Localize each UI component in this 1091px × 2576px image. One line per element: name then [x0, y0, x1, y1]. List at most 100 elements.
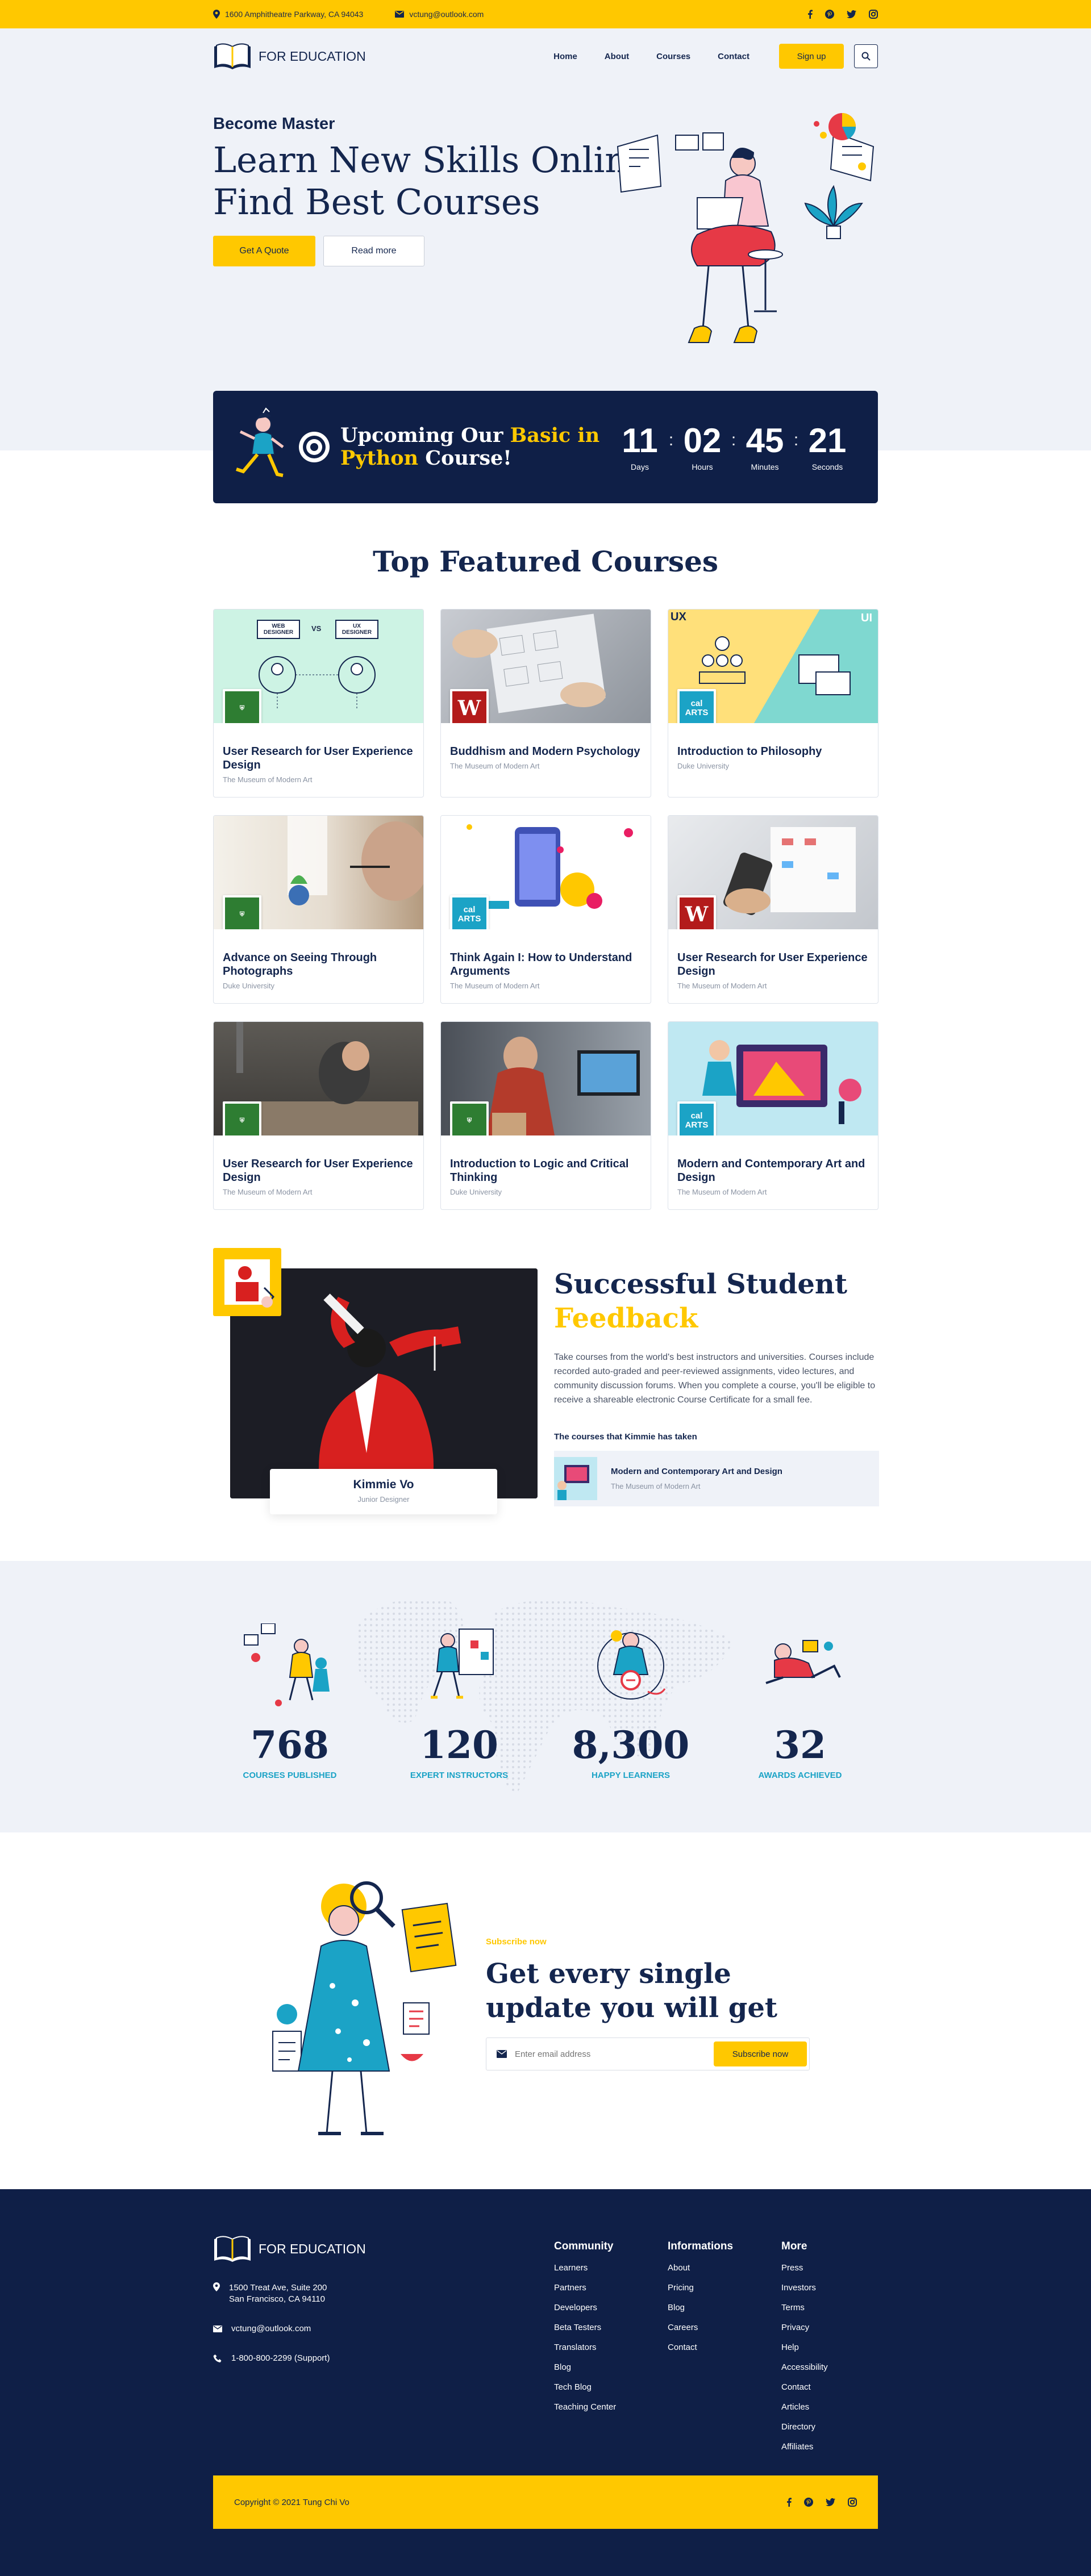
- feedback-title1: Successful Student: [554, 1268, 847, 1300]
- footer-link[interactable]: Careers: [668, 2323, 733, 2332]
- course-card[interactable]: cal ARTS Modern and Contemporary Art and …: [668, 1021, 878, 1210]
- nav-home[interactable]: Home: [553, 52, 577, 61]
- footer-column-title: Informations: [668, 2240, 734, 2252]
- footer-link[interactable]: Developers: [554, 2303, 616, 2312]
- topbar-email-text: vctung@outlook.com: [409, 10, 484, 19]
- footer-link[interactable]: Privacy: [781, 2323, 828, 2332]
- nav-menu: Home About Courses Contact: [553, 52, 749, 61]
- read-more-button[interactable]: Read more: [323, 236, 424, 266]
- envelope-icon: [213, 2323, 222, 2335]
- instagram-icon[interactable]: [848, 2498, 857, 2507]
- stat-learners-label: HAPPY LEARNERS: [591, 1771, 671, 1780]
- footer-link[interactable]: Press: [781, 2263, 828, 2273]
- footer-link[interactable]: About: [668, 2263, 733, 2273]
- calarts-logo: cal ARTS: [677, 1101, 716, 1135]
- topbar-email[interactable]: vctung@outlook.com: [395, 10, 484, 19]
- course-thumbnail: W: [441, 609, 651, 723]
- footer-link[interactable]: Help: [781, 2343, 828, 2352]
- calarts-logo: cal ARTS: [450, 895, 489, 929]
- courses-grid: WEB DESIGNER VS UX DESIGNER ⛨ User Resea…: [213, 609, 878, 1210]
- footer-link[interactable]: Blog: [668, 2303, 733, 2312]
- course-card[interactable]: UX UI cal ARTS Introduction to Philosophy…: [668, 609, 878, 798]
- footer-link[interactable]: Articles: [781, 2402, 828, 2412]
- pinterest-icon[interactable]: [804, 2498, 813, 2507]
- subscribe-title: Get every single update you will get: [486, 1957, 810, 2025]
- nav-about[interactable]: About: [605, 52, 629, 61]
- footer-link[interactable]: Learners: [554, 2263, 616, 2273]
- student-name: Kimmie Vo: [353, 1478, 414, 1491]
- course-card[interactable]: ⛨ Advance on Seeing Through Photographs …: [213, 815, 424, 1004]
- duke-logo: ⛨: [450, 1101, 489, 1135]
- hero-content: Become Master Learn New Skills Online Fi…: [213, 115, 648, 266]
- footer-logo[interactable]: FOR EDUCATION: [213, 2235, 366, 2263]
- course-title[interactable]: Buddhism and Modern Psychology: [450, 745, 642, 758]
- footer-link[interactable]: Blog: [554, 2362, 616, 2372]
- taken-course-org: The Museum of Modern Art: [611, 1482, 701, 1491]
- footer-link[interactable]: Teaching Center: [554, 2402, 616, 2412]
- footer-link[interactable]: Directory: [781, 2422, 828, 2432]
- course-card[interactable]: cal ARTS Think Again I: How to Understand…: [440, 815, 651, 1004]
- course-org: The Museum of Modern Art: [223, 1188, 313, 1196]
- brand-logo[interactable]: FOR EDUCATION: [213, 42, 366, 70]
- twitter-icon[interactable]: [847, 10, 856, 19]
- reading-woman-illustration: [272, 1881, 457, 2135]
- taken-course-item[interactable]: Modern and Contemporary Art and Design T…: [554, 1451, 879, 1506]
- course-title[interactable]: User Research for User Experience Design: [677, 951, 869, 978]
- courses-title: Top Featured Courses: [372, 545, 719, 578]
- course-card[interactable]: ⛨ Introduction to Logic and Critical Thi…: [440, 1021, 651, 1210]
- twitter-icon[interactable]: [826, 2498, 835, 2507]
- location-pin-icon: [213, 2282, 220, 2305]
- footer-link[interactable]: Contact: [668, 2343, 733, 2352]
- subscribe-form: Subscribe now: [486, 2038, 810, 2070]
- footer-link[interactable]: Partners: [554, 2283, 616, 2293]
- footer-link[interactable]: Pricing: [668, 2283, 733, 2293]
- footer-link[interactable]: Terms: [781, 2303, 828, 2312]
- footer-link[interactable]: Contact: [781, 2382, 828, 2392]
- course-title[interactable]: Think Again I: How to Understand Argumen…: [450, 951, 642, 978]
- course-mini-thumbnail: [554, 1457, 597, 1500]
- pinterest-icon[interactable]: [825, 10, 834, 19]
- facebook-icon[interactable]: [807, 10, 813, 19]
- course-title[interactable]: User Research for User Experience Design: [223, 745, 414, 772]
- footer-link[interactable]: Affiliates: [781, 2442, 828, 2452]
- copyright-text: Copyright © 2021 Tung Chi Vo: [234, 2497, 349, 2507]
- signup-button[interactable]: Sign up: [779, 44, 844, 69]
- course-card[interactable]: ⛨ User Research for User Experience Desi…: [213, 1021, 424, 1210]
- footer-email[interactable]: vctung@outlook.com: [213, 2323, 366, 2335]
- course-title[interactable]: Introduction to Philosophy: [677, 745, 869, 758]
- calarts-cal: cal: [690, 1111, 703, 1121]
- nav-courses[interactable]: Courses: [656, 52, 690, 61]
- course-card[interactable]: W Buddhism and Modern Psychology The Mus…: [440, 609, 651, 798]
- course-thumbnail: ⛨: [441, 1022, 651, 1135]
- footer-link[interactable]: Translators: [554, 2343, 616, 2352]
- timer-separator: :: [731, 431, 736, 449]
- footer-brand-name: FOR EDUCATION: [259, 2241, 366, 2256]
- instagram-icon[interactable]: [869, 10, 878, 19]
- course-title[interactable]: Introduction to Logic and Critical Think…: [450, 1157, 642, 1184]
- course-title[interactable]: Modern and Contemporary Art and Design: [677, 1157, 869, 1184]
- course-card[interactable]: WEB DESIGNER VS UX DESIGNER ⛨ User Resea…: [213, 609, 424, 798]
- subscribe-button[interactable]: Subscribe now: [714, 2041, 807, 2066]
- calarts-arts: ARTS: [685, 1120, 709, 1130]
- footer-link[interactable]: Accessibility: [781, 2362, 828, 2372]
- course-title[interactable]: User Research for User Experience Design: [223, 1157, 414, 1184]
- course-org: Duke University: [223, 982, 275, 990]
- footer-link[interactable]: Investors: [781, 2283, 828, 2293]
- course-title[interactable]: Advance on Seeing Through Photographs: [223, 951, 414, 978]
- course-thumbnail: WEB DESIGNER VS UX DESIGNER ⛨: [214, 609, 423, 723]
- calarts-arts: ARTS: [685, 708, 709, 717]
- footer-link[interactable]: Tech Blog: [554, 2382, 616, 2392]
- course-card[interactable]: W User Research for User Experience Desi…: [668, 815, 878, 1004]
- footer-phone[interactable]: 1-800-800-2299 (Support): [213, 2353, 366, 2364]
- footer-link[interactable]: Beta Testers: [554, 2323, 616, 2332]
- get-quote-button[interactable]: Get A Quote: [213, 236, 315, 266]
- envelope-icon: [497, 2050, 507, 2058]
- taken-course-title[interactable]: Modern and Contemporary Art and Design: [611, 1467, 782, 1476]
- footer-social: [786, 2498, 857, 2507]
- student-thumbnail: [213, 1248, 281, 1316]
- search-button[interactable]: [854, 44, 878, 68]
- nav-contact[interactable]: Contact: [718, 52, 749, 61]
- email-input[interactable]: [515, 2049, 714, 2059]
- facebook-icon[interactable]: [786, 2498, 792, 2507]
- footer-brand: FOR EDUCATION 1500 Treat Ave, Suite 200 S…: [213, 2235, 366, 2364]
